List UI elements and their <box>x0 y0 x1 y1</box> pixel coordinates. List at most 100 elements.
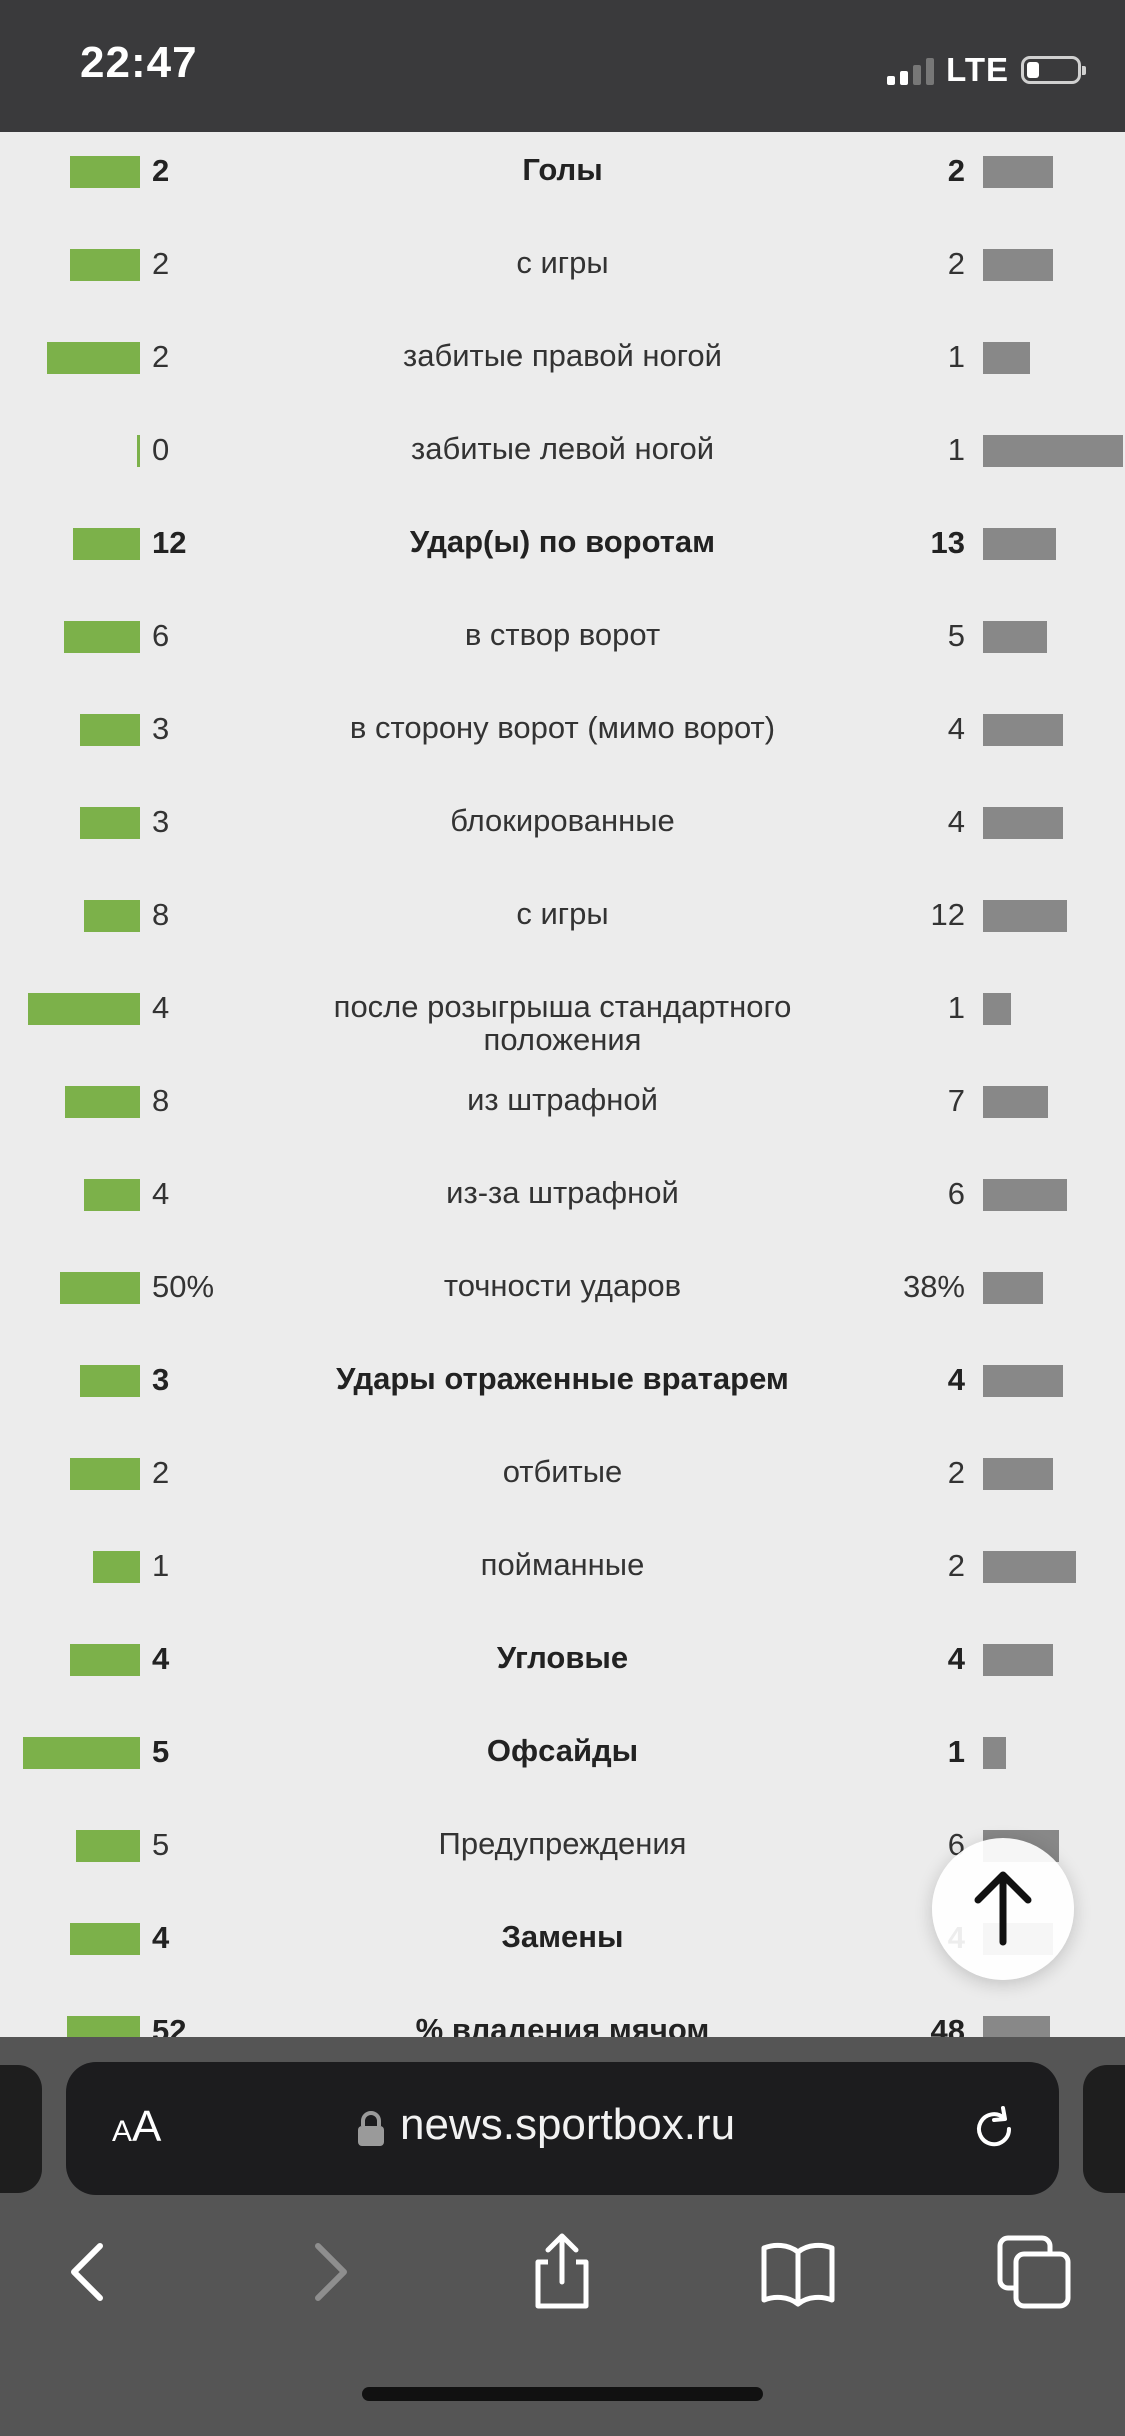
home-value: 6 <box>152 618 170 653</box>
home-bar <box>137 435 140 467</box>
home-bar <box>70 1644 140 1676</box>
stat-row: 3 блокированные 4 <box>0 783 1125 876</box>
stat-row: 3 Удары отраженные вратарем 4 <box>0 1341 1125 1434</box>
home-value: 3 <box>152 711 170 746</box>
home-value: 4 <box>152 1641 170 1676</box>
home-bar <box>70 249 140 281</box>
home-value: 50% <box>152 1269 215 1304</box>
home-bar <box>93 1551 140 1583</box>
battery-icon <box>1021 56 1086 84</box>
arrow-up-icon <box>974 1871 1032 1946</box>
signal-icon <box>887 55 935 85</box>
tabs-icon[interactable] <box>994 2232 1074 2312</box>
home-value: 3 <box>152 1362 170 1397</box>
stat-row: 3 в сторону ворот (мимо ворот) 4 <box>0 690 1125 783</box>
lock-icon <box>358 2111 384 2146</box>
bookmarks-icon[interactable] <box>758 2232 838 2312</box>
stat-label: забитые правой ногой <box>403 338 722 373</box>
home-value: 1 <box>152 1548 170 1583</box>
stat-row: 6 в створ ворот 5 <box>0 597 1125 690</box>
stat-row: 8 из штрафной 7 <box>0 1062 1125 1155</box>
stat-row: 4 Угловые 4 <box>0 1620 1125 1713</box>
away-value: 1 <box>947 432 965 467</box>
away-value: 48 <box>930 2013 965 2037</box>
home-value: 52 <box>152 2013 187 2037</box>
stat-label: % владения мячом <box>415 2012 710 2037</box>
home-value: 12 <box>152 525 187 560</box>
stat-row: 2 Голы 2 <box>0 132 1125 225</box>
address-bar[interactable]: AA news.sportbox.ru <box>66 2062 1059 2195</box>
away-bar <box>983 528 1056 560</box>
away-bar <box>983 1551 1076 1583</box>
away-value: 6 <box>947 1176 965 1211</box>
browser-chrome: AA news.sportbox.ru <box>0 2037 1125 2436</box>
away-value: 12 <box>930 897 965 932</box>
reload-icon[interactable] <box>967 2102 1021 2156</box>
home-value: 4 <box>152 990 170 1025</box>
share-icon[interactable] <box>522 2232 602 2312</box>
home-bar <box>80 714 140 746</box>
home-value: 3 <box>152 804 170 839</box>
stat-row: 2 с игры 2 <box>0 225 1125 318</box>
home-bar <box>60 1272 140 1304</box>
home-bar <box>84 900 140 932</box>
home-bar <box>70 1458 140 1490</box>
away-value: 4 <box>947 804 965 839</box>
away-value: 1 <box>947 339 965 374</box>
home-value: 5 <box>152 1734 170 1769</box>
away-bar <box>983 1737 1006 1769</box>
home-bar <box>76 1830 140 1862</box>
away-value: 1 <box>947 990 965 1025</box>
home-value: 4 <box>152 1920 170 1955</box>
scroll-to-top-button[interactable] <box>932 1838 1074 1980</box>
away-value: 4 <box>947 711 965 746</box>
home-value: 5 <box>152 1827 170 1862</box>
away-value: 7 <box>947 1083 965 1118</box>
home-bar <box>80 807 140 839</box>
stat-label: блокированные <box>450 803 675 838</box>
home-bar <box>70 156 140 188</box>
stat-label: с игры <box>516 245 609 280</box>
away-value: 4 <box>947 1641 965 1676</box>
previous-tab-peek[interactable] <box>0 2065 42 2193</box>
away-bar <box>983 1458 1053 1490</box>
stat-row: 1 пойманные 2 <box>0 1527 1125 1620</box>
stat-label: Угловые <box>496 1640 629 1675</box>
stat-label: отбитые <box>502 1454 623 1489</box>
away-value: 4 <box>947 1362 965 1397</box>
stat-row: 2 забитые правой ногой 1 <box>0 318 1125 411</box>
stat-label: пойманные <box>480 1547 645 1582</box>
stat-label: точности ударов <box>443 1268 682 1303</box>
forward-icon[interactable] <box>290 2232 370 2312</box>
away-bar <box>983 993 1011 1025</box>
away-value: 5 <box>947 618 965 653</box>
away-bar <box>983 714 1063 746</box>
away-value: 2 <box>947 1455 965 1490</box>
stat-row: 52 % владения мячом 48 <box>0 1992 1125 2037</box>
away-bar <box>983 156 1053 188</box>
stat-row: 4 после розыгрыша стандартного положения 1 <box>0 969 1125 1062</box>
stat-label: после розыгрыша стандартного положения <box>333 989 792 1057</box>
home-bar <box>73 528 140 560</box>
text-size-button[interactable]: AA <box>112 2102 161 2152</box>
stat-row: 4 из-за штрафной 6 <box>0 1155 1125 1248</box>
home-bar <box>80 1365 140 1397</box>
stat-row: 5 Офсайды 1 <box>0 1713 1125 1806</box>
home-bar <box>84 1179 140 1211</box>
stat-label: из штрафной <box>467 1082 658 1117</box>
stat-label: Замены <box>501 1919 624 1954</box>
away-bar <box>983 1086 1048 1118</box>
home-indicator <box>362 2387 763 2401</box>
away-bar <box>983 249 1053 281</box>
next-tab-peek[interactable] <box>1083 2065 1125 2193</box>
stat-label: в створ ворот <box>464 617 661 652</box>
home-value: 8 <box>152 897 170 932</box>
home-value: 2 <box>152 153 170 188</box>
status-time: 22:47 <box>80 38 198 87</box>
home-bar <box>47 342 140 374</box>
home-bar <box>65 1086 140 1118</box>
home-bar <box>70 1923 140 1955</box>
back-icon[interactable] <box>48 2232 128 2312</box>
away-bar <box>983 900 1067 932</box>
url-text: news.sportbox.ru <box>400 2100 736 2149</box>
